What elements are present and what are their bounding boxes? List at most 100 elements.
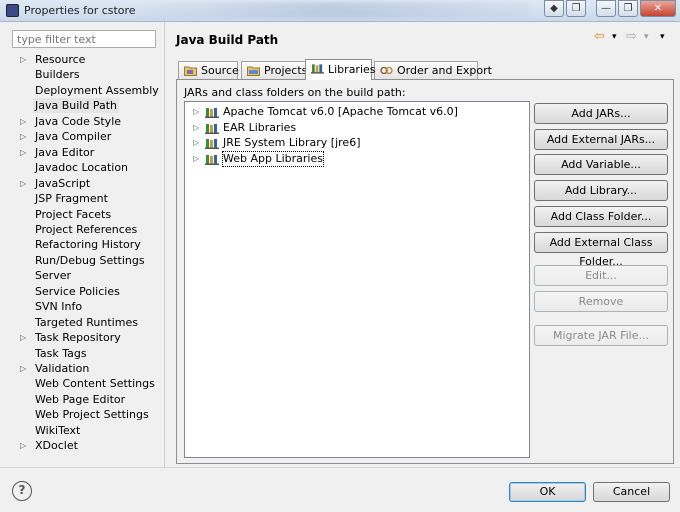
library-row[interactable]: ▷ EAR Libraries (185, 120, 525, 136)
window-close-icon[interactable]: ✕ (640, 0, 676, 17)
window-title: Properties for cstore (24, 4, 136, 17)
sidebar-item[interactable]: Web Project Settings (12, 407, 162, 422)
sidebar-item-label: Project Facets (35, 207, 112, 221)
expand-arrow-icon[interactable]: ▷ (20, 145, 26, 160)
sidebar-item-label: JavaScript (35, 176, 91, 190)
sidebar-item[interactable]: Targeted Runtimes (12, 315, 162, 330)
sidebar-item[interactable]: Task Tags (12, 346, 162, 361)
sidebar-item-label: Javadoc Location (35, 161, 129, 175)
title-bar: Properties for cstore ◆ ❐ — ❐ ✕ (0, 0, 680, 22)
back-menu-icon[interactable]: ▾ (612, 32, 617, 42)
sidebar-item[interactable]: ▷ XDoclet (12, 438, 162, 453)
sidebar-item[interactable]: JSP Fragment (12, 191, 162, 206)
window-restore-icon[interactable]: ❐ (566, 0, 586, 17)
sidebar-item-label: SVN Info (35, 300, 83, 314)
filter-input[interactable] (12, 30, 156, 48)
expand-arrow-icon[interactable]: ▷ (20, 361, 26, 376)
sidebar-item-label: Java Editor (35, 145, 95, 159)
sidebar-item-label: Web Content Settings (35, 377, 155, 391)
sidebar-item[interactable]: ▷ Resource (12, 52, 162, 67)
sidebar-item[interactable]: ▷ Task Repository (12, 330, 162, 345)
tab-projects-label: Projects (264, 64, 308, 77)
sidebar-item-label: Task Repository (35, 331, 121, 345)
sidebar-item[interactable]: Project References (12, 222, 162, 237)
expand-arrow-icon[interactable]: ▷ (20, 114, 26, 129)
sidebar-item[interactable]: SVN Info (12, 299, 162, 314)
sidebar-item[interactable]: ▷ JavaScript (12, 176, 162, 191)
tab-order-export-label: Order and Export (397, 64, 492, 77)
add-variable-button[interactable]: Add Variable... (534, 154, 668, 175)
library-row[interactable]: ▷ Web App Libraries (185, 150, 525, 167)
tab-projects[interactable]: Projects (241, 61, 307, 80)
help-icon[interactable]: ? (12, 481, 32, 501)
tab-libraries[interactable]: Libraries (305, 59, 376, 80)
window-extra-icon[interactable]: ◆ (544, 0, 564, 17)
window-minimize-icon[interactable]: — (596, 0, 616, 17)
sidebar-item[interactable]: Project Facets (12, 207, 162, 222)
sidebar-item-label: WikiText (35, 423, 81, 437)
libraries-tree[interactable]: ▷ Apache Tomcat v6.0 [Apache Tomcat v6.0]… (184, 101, 530, 458)
sidebar-item-label: Java Compiler (35, 130, 112, 144)
expand-arrow-icon[interactable]: ▷ (20, 438, 26, 453)
add-external-class-folder-button[interactable]: Add External Class Folder... (534, 232, 668, 268)
add-jars-button[interactable]: Add JARs... (534, 103, 668, 124)
back-arrow-icon[interactable]: ⇦ (594, 29, 605, 44)
sidebar-item[interactable]: Deployment Assembly (12, 83, 162, 98)
sidebar-item-label: Builders (35, 68, 80, 82)
library-icon (205, 123, 219, 134)
sidebar-item-label: Service Policies (35, 284, 120, 298)
sidebar-item[interactable]: ▷ Java Code Style (12, 114, 162, 129)
sidebar-item[interactable]: Builders (12, 67, 162, 82)
sidebar-item-label: Task Tags (35, 346, 87, 360)
sidebar-item[interactable]: Javadoc Location (12, 160, 162, 175)
library-row[interactable]: ▷ Apache Tomcat v6.0 [Apache Tomcat v6.0] (185, 104, 525, 120)
add-library-button[interactable]: Add Library... (534, 180, 668, 201)
remove-button[interactable]: Remove (534, 291, 668, 312)
ok-button[interactable]: OK (509, 482, 586, 502)
view-menu-icon[interactable]: ▾ (660, 32, 665, 42)
sidebar-item-label: Deployment Assembly (35, 83, 159, 97)
sidebar-item-label: Run/Debug Settings (35, 253, 145, 267)
sidebar-item-label: Resource (35, 53, 86, 66)
expand-arrow-icon[interactable]: ▷ (20, 330, 26, 345)
sidebar-item[interactable]: ▷ Java Compiler (12, 129, 162, 144)
app-icon (6, 4, 19, 17)
expand-arrow-icon[interactable]: ▷ (20, 129, 26, 144)
expand-arrow-icon[interactable]: ▷ (193, 120, 199, 136)
sidebar-item[interactable]: Refactoring History (12, 237, 162, 252)
sidebar-item[interactable]: Service Policies (12, 284, 162, 299)
sidebar-item[interactable]: Server (12, 268, 162, 283)
forward-menu-icon[interactable]: ▾ (644, 32, 649, 42)
library-row[interactable]: ▷ JRE System Library [jre6] (185, 135, 525, 151)
forward-arrow-icon[interactable]: ⇨ (626, 29, 637, 44)
sidebar-item-label: Web Project Settings (35, 408, 149, 422)
sidebar-item-label: XDoclet (35, 439, 78, 453)
sidebar-item[interactable]: Run/Debug Settings (12, 253, 162, 268)
window-maximize-icon[interactable]: ❐ (618, 0, 638, 17)
sidebar-item[interactable]: Java Build Path (12, 98, 162, 114)
page-title: Java Build Path (176, 33, 279, 47)
expand-arrow-icon[interactable]: ▷ (20, 176, 26, 191)
jars-label: JARs and class folders on the build path… (184, 86, 406, 99)
sidebar-item[interactable]: Web Content Settings (12, 376, 162, 391)
source-folder-icon (184, 66, 197, 76)
migrate-jar-button[interactable]: Migrate JAR File... (534, 325, 668, 346)
expand-arrow-icon[interactable]: ▷ (193, 151, 199, 167)
add-class-folder-button[interactable]: Add Class Folder... (534, 206, 668, 227)
sidebar-item[interactable]: Web Page Editor (12, 392, 162, 407)
tab-order-export[interactable]: Order and Export (374, 61, 492, 80)
pane-divider[interactable] (164, 22, 165, 467)
library-icon (205, 107, 219, 118)
cancel-button[interactable]: Cancel (593, 482, 670, 502)
sidebar-item-label: Project References (35, 222, 138, 236)
expand-arrow-icon[interactable]: ▷ (20, 52, 26, 67)
footer-separator (0, 467, 680, 468)
tab-source[interactable]: Source (178, 61, 239, 80)
edit-button[interactable]: Edit... (534, 265, 668, 286)
expand-arrow-icon[interactable]: ▷ (193, 135, 199, 151)
add-external-jars-button[interactable]: Add External JARs... (534, 129, 668, 150)
sidebar-item[interactable]: ▷ Java Editor (12, 145, 162, 160)
sidebar-item[interactable]: WikiText (12, 423, 162, 438)
sidebar-item[interactable]: ▷ Validation (12, 361, 162, 376)
expand-arrow-icon[interactable]: ▷ (193, 104, 199, 120)
